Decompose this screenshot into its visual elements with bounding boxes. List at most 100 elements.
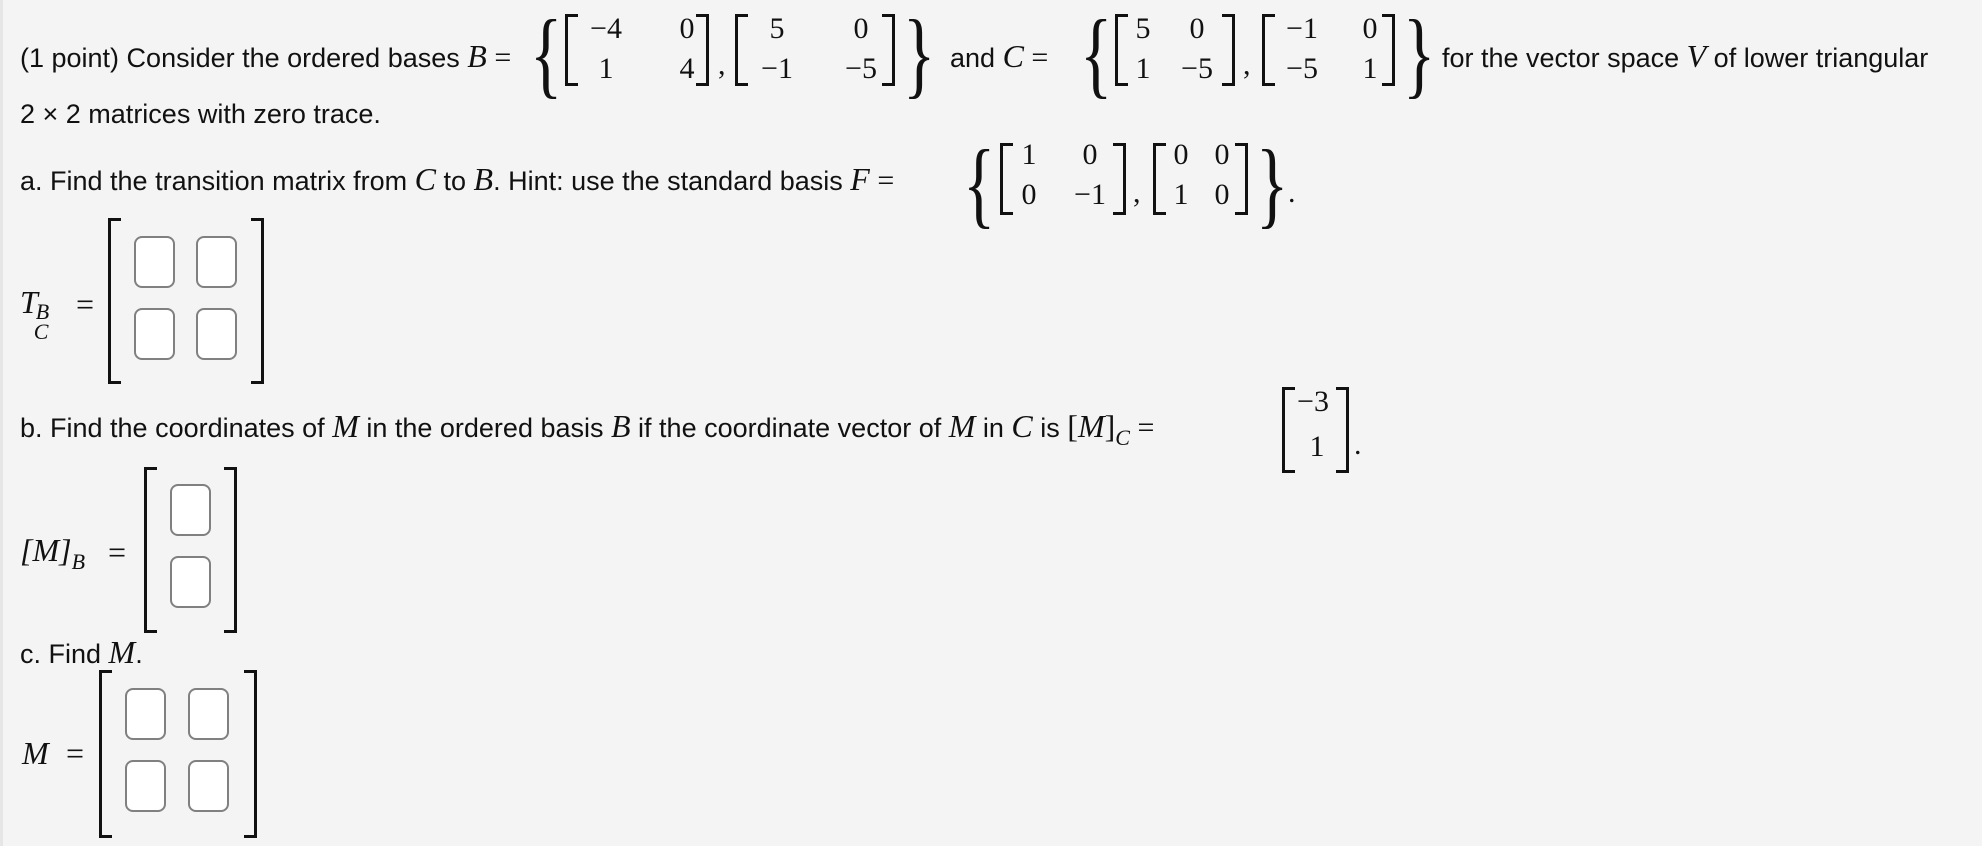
- right-bracket: [1336, 387, 1349, 473]
- matrix-entry: 0: [1173, 138, 1189, 171]
- answer-input-t11[interactable]: [134, 236, 175, 288]
- matrix-entry: −5: [845, 52, 877, 85]
- right-brace: }: [1256, 130, 1289, 237]
- matrix-entry: 1: [1021, 138, 1037, 171]
- period: .: [1354, 428, 1362, 461]
- matrix-entry: −5: [1181, 52, 1213, 85]
- intro-prefix: (1 point) Consider the ordered bases: [20, 43, 468, 73]
- left-bracket: [108, 218, 121, 384]
- b-symbol: B: [473, 161, 494, 197]
- hint-text: . Hint: use the standard basis: [493, 166, 851, 196]
- answer-input-m21[interactable]: [125, 760, 166, 812]
- answer-input-t21[interactable]: [134, 308, 175, 360]
- matrix-entry: 0: [1082, 138, 1098, 171]
- f-symbol: F: [850, 161, 870, 197]
- open-bracket: [: [1067, 408, 1078, 444]
- matrix-entry: −1: [1074, 178, 1106, 211]
- answer-input-mb1[interactable]: [170, 484, 211, 536]
- left-brace: {: [1080, 0, 1113, 107]
- period: .: [135, 639, 143, 669]
- left-border: [0, 0, 3, 846]
- comma: ,: [718, 48, 726, 81]
- c-symbol: C: [1011, 408, 1033, 444]
- right-bracket: [224, 467, 237, 633]
- left-bracket: [144, 467, 157, 633]
- matrix-entry: −1: [761, 52, 793, 85]
- m-label: M: [22, 735, 49, 771]
- answer-input-mb2[interactable]: [170, 556, 211, 608]
- answer-input-m22[interactable]: [188, 760, 229, 812]
- right-bracket: [882, 14, 895, 86]
- vector-entry: 1: [1309, 430, 1325, 463]
- answer-input-t12[interactable]: [196, 236, 237, 288]
- subscript-c: C: [33, 319, 49, 344]
- part-b-mid2: if the coordinate vector of: [630, 413, 949, 443]
- equals-sign: =: [877, 164, 895, 197]
- matrix-entry: 0: [1214, 178, 1230, 211]
- left-bracket: [1000, 143, 1013, 215]
- answer-input-m12[interactable]: [188, 688, 229, 740]
- matrix-entry: 0: [853, 12, 869, 45]
- vector-space-suffix: of lower triangular: [1706, 43, 1929, 73]
- equals-sign: =: [66, 735, 85, 771]
- matrix-entry: 5: [769, 12, 785, 45]
- intro-line-2: 2 × 2 matrices with zero trace.: [20, 99, 381, 129]
- part-b-text: b. Find the coordinates of M in the orde…: [20, 408, 1155, 450]
- transition-matrix-label: TBC: [20, 284, 60, 344]
- left-brace: {: [963, 130, 996, 237]
- part-a-text: a. Find the transition matrix from C to …: [20, 161, 894, 198]
- m-symbol: M: [332, 408, 359, 444]
- m-symbol: M: [948, 408, 976, 444]
- vector-entry: −3: [1297, 385, 1329, 418]
- right-brace: }: [1403, 0, 1436, 107]
- comma: ,: [1243, 48, 1251, 81]
- left-bracket: [99, 670, 112, 838]
- b-symbol: B: [611, 408, 631, 444]
- left-brace: {: [530, 0, 563, 107]
- right-bracket: [251, 218, 264, 384]
- answer-input-m11[interactable]: [125, 688, 166, 740]
- to-word: to: [435, 166, 474, 196]
- matrix-entry: −1: [1286, 12, 1318, 45]
- left-bracket: [1153, 143, 1166, 215]
- part-b-mid3: in: [975, 413, 1012, 443]
- m-symbol: M: [108, 634, 136, 670]
- answer-input-t22[interactable]: [196, 308, 237, 360]
- equals-sign: =: [1031, 41, 1049, 74]
- right-bracket: [696, 14, 709, 86]
- part-b-mid: in the ordered basis: [358, 413, 611, 443]
- part-b-prefix: b. Find the coordinates of: [20, 413, 333, 443]
- equals-sign: =: [76, 286, 95, 322]
- m-bracket-symbol: [M]: [20, 532, 72, 568]
- right-brace: }: [903, 0, 936, 107]
- matrix-entry: −4: [590, 12, 622, 45]
- m-symbol: M: [1077, 408, 1105, 444]
- matrix-entry: 1: [598, 52, 614, 85]
- matrix-entry: 1: [1362, 52, 1378, 85]
- matrix-entry: −5: [1286, 52, 1318, 85]
- basis-c-symbol: C: [1002, 38, 1024, 74]
- right-bracket: [1382, 14, 1395, 86]
- vector-space-prefix: for the vector space: [1442, 43, 1687, 73]
- right-bracket: [1222, 14, 1235, 86]
- left-bracket: [1115, 14, 1128, 86]
- part-c-text: c. Find M.: [20, 634, 143, 671]
- subscript-c: C: [1115, 425, 1130, 450]
- right-bracket: [1113, 143, 1126, 215]
- is-word: is: [1032, 413, 1068, 443]
- matrix-entry: 0: [1189, 12, 1205, 45]
- part-c-prefix: c. Find: [20, 639, 109, 669]
- left-bracket: [1262, 14, 1275, 86]
- coordinate-b-label: [M]B: [20, 532, 85, 574]
- v-symbol: V: [1686, 38, 1707, 74]
- close-bracket: ]: [1104, 408, 1116, 444]
- matrix-entry: 0: [1362, 12, 1378, 45]
- left-bracket: [565, 14, 578, 86]
- comma: ,: [1133, 176, 1141, 209]
- vector-space-text: for the vector space V of lower triangul…: [1442, 38, 1928, 75]
- equals-sign: =: [108, 534, 127, 570]
- c-symbol: C: [414, 161, 436, 197]
- equals-sign: =: [1137, 411, 1155, 444]
- matrix-entry: 5: [1135, 12, 1151, 45]
- and-text: and C =: [950, 38, 1048, 75]
